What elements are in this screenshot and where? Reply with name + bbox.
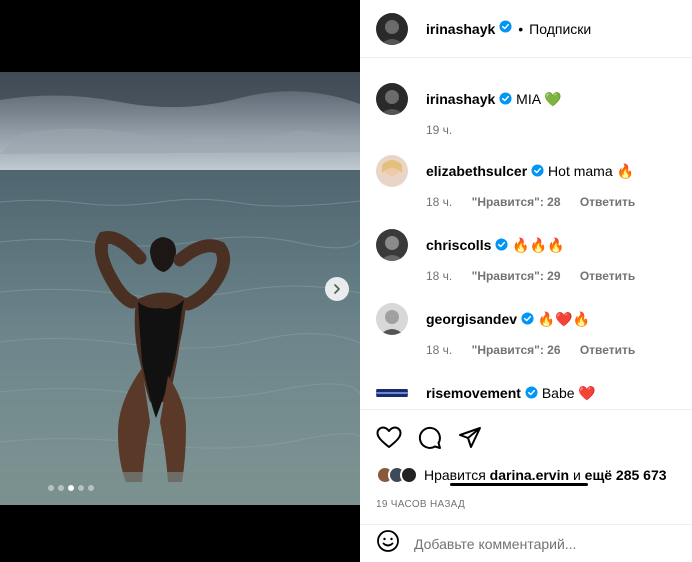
comment-author[interactable]: georgisandev xyxy=(426,311,517,327)
caption-author[interactable]: irinashayk xyxy=(426,91,495,107)
comment-avatar[interactable] xyxy=(376,377,408,408)
post-header: irinashayk • Подписки xyxy=(360,0,692,58)
verified-badge-icon xyxy=(521,312,534,328)
share-icon[interactable] xyxy=(458,426,482,455)
post-photo[interactable] xyxy=(0,72,360,505)
carousel-dot xyxy=(48,485,54,491)
comment-likes[interactable]: "Нравится": 29 xyxy=(472,269,561,283)
comment-author[interactable]: elizabethsulcer xyxy=(426,163,527,179)
chevron-right-icon xyxy=(334,284,340,294)
header-separator: • xyxy=(518,20,524,37)
comment-text: risemovement Babe ❤️ xyxy=(426,385,596,402)
carousel-indicator xyxy=(48,485,94,491)
comment-icon[interactable] xyxy=(418,426,442,455)
verified-badge-icon xyxy=(531,164,544,180)
comment-time[interactable]: 18 ч. xyxy=(426,269,452,283)
reply-button[interactable]: Ответить xyxy=(580,269,635,283)
comment-likes[interactable]: "Нравится": 28 xyxy=(472,195,561,209)
post-media xyxy=(0,0,360,562)
reply-button[interactable]: Ответить xyxy=(580,343,635,357)
caption-text: irinashayk MIA 💚 xyxy=(426,91,562,108)
add-comment-bar xyxy=(360,524,692,562)
caption-avatar[interactable] xyxy=(376,83,408,115)
comment-text: chriscolls 🔥🔥🔥 xyxy=(426,237,565,254)
comment-body: 🔥🔥🔥 xyxy=(512,237,565,253)
likes-underline xyxy=(450,483,588,486)
caption-meta: 19 ч. xyxy=(426,123,468,137)
post-panel: irinashayk • Подписки irinashayk MIA 💚 1… xyxy=(360,0,692,562)
comment-body: Hot mama 🔥 xyxy=(548,163,634,179)
following-button[interactable]: Подписки xyxy=(529,21,591,37)
comment-text: elizabethsulcer Hot mama 🔥 xyxy=(426,163,634,180)
comment-avatar[interactable] xyxy=(376,155,408,187)
verified-badge-icon xyxy=(525,386,538,402)
author-username[interactable]: irinashayk xyxy=(426,21,495,37)
comment-time[interactable]: 18 ч. xyxy=(426,195,452,209)
liker-avatars xyxy=(376,466,418,484)
posted-time[interactable]: 19 ЧАСОВ НАЗАД xyxy=(376,499,465,510)
caption-time[interactable]: 19 ч. xyxy=(426,123,452,137)
reply-button[interactable]: Ответить xyxy=(580,195,635,209)
comment-author[interactable]: chriscolls xyxy=(426,237,491,253)
verified-badge-icon xyxy=(495,238,508,254)
likes-prefix: Нравится xyxy=(424,467,486,483)
comment-time[interactable]: 18 ч. xyxy=(426,343,452,357)
heart-icon[interactable] xyxy=(376,426,402,455)
verified-badge-icon xyxy=(499,19,512,38)
author-avatar[interactable] xyxy=(376,12,408,45)
verified-badge-icon xyxy=(499,92,512,108)
comment-meta: 18 ч. "Нравится": 26 Ответить xyxy=(426,343,651,357)
likes-count[interactable]: ещё 285 673 xyxy=(585,467,667,483)
comment-avatar[interactable] xyxy=(376,303,408,335)
likes-summary: Нравится darina.ervin и ещё 285 673 xyxy=(376,466,667,484)
comment-likes[interactable]: "Нравится": 26 xyxy=(472,343,561,357)
comment-body: Babe ❤️ xyxy=(541,385,596,401)
comment-author[interactable]: risemovement xyxy=(426,385,521,401)
comment-text: georgisandev 🔥❤️🔥 xyxy=(426,311,590,328)
caption-body: MIA 💚 xyxy=(516,91,562,107)
action-icons xyxy=(376,426,482,455)
liker-username[interactable]: darina.ervin xyxy=(490,467,569,483)
comment-meta: 18 ч. "Нравится": 29 Ответить xyxy=(426,269,651,283)
comment-body: 🔥❤️🔥 xyxy=(537,311,591,327)
carousel-dot xyxy=(78,485,84,491)
comment-avatar[interactable] xyxy=(376,229,408,261)
comment-meta: 18 ч. "Нравится": 28 Ответить xyxy=(426,195,651,209)
carousel-next-button[interactable] xyxy=(325,277,349,301)
carousel-dot xyxy=(88,485,94,491)
add-comment-input[interactable] xyxy=(414,535,664,552)
emoji-icon[interactable] xyxy=(376,529,400,558)
likes-joiner: и xyxy=(572,467,581,483)
post-actions: Нравится darina.ervin и ещё 285 673 19 Ч… xyxy=(360,409,692,519)
carousel-dot xyxy=(58,485,64,491)
carousel-dot-active xyxy=(68,485,74,491)
comments-list: irinashayk MIA 💚 19 ч. elizabethsulcer H… xyxy=(360,59,692,408)
liker-avatar xyxy=(400,466,418,484)
